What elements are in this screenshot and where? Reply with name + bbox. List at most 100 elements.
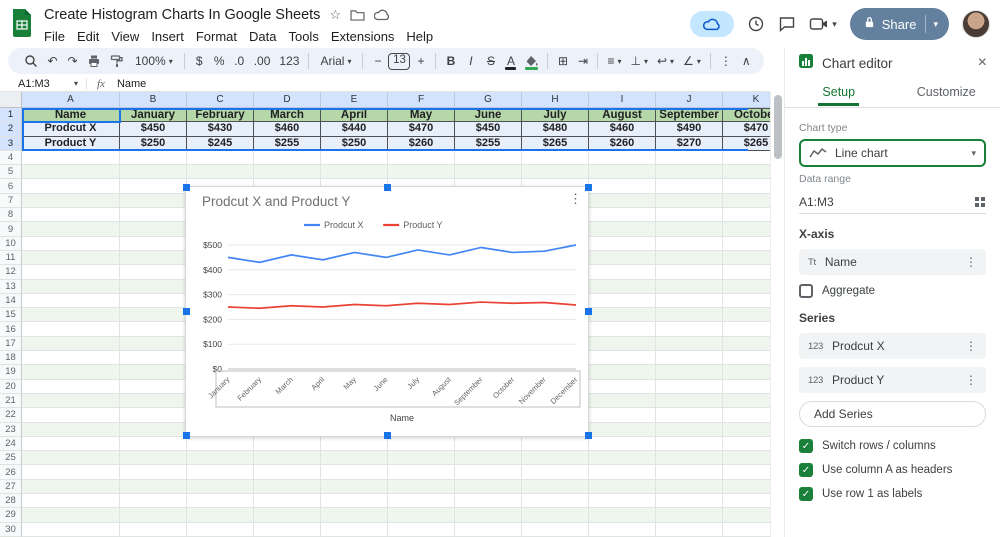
cell-H28[interactable] (522, 494, 589, 508)
menu-file[interactable]: File (38, 28, 71, 45)
cell-K21[interactable] (723, 394, 770, 408)
toolbar-format-currency[interactable]: $ (190, 50, 209, 72)
cell-F3[interactable]: $260 (388, 137, 455, 151)
cell-B30[interactable] (120, 523, 187, 537)
cell-D29[interactable] (254, 508, 321, 522)
cell-A23[interactable] (22, 423, 120, 437)
cell-F5[interactable] (388, 165, 455, 179)
toolbar-decrease-decimals[interactable]: .0 (230, 50, 249, 72)
grid-select-icon[interactable] (974, 196, 986, 208)
cell-J7[interactable] (656, 194, 723, 208)
cell-J14[interactable] (656, 294, 723, 308)
cell-B19[interactable] (120, 365, 187, 379)
row-header-2[interactable]: 2 (0, 122, 22, 136)
cell-B10[interactable] (120, 237, 187, 251)
x-axis-field[interactable]: Tt Name ⋮ (799, 249, 986, 275)
checkbox-checked-icon[interactable]: ✓ (799, 439, 813, 453)
cell-A15[interactable] (22, 308, 120, 322)
toolbar-search[interactable] (20, 50, 42, 72)
cell-A30[interactable] (22, 523, 120, 537)
row-header-20[interactable]: 20 (0, 380, 22, 394)
checkbox-checked-icon[interactable]: ✓ (799, 463, 813, 477)
cell-G4[interactable] (455, 151, 522, 165)
row-header-11[interactable]: 11 (0, 251, 22, 265)
cell-K27[interactable] (723, 480, 770, 494)
column-header-I[interactable]: I (589, 92, 656, 108)
cell-I16[interactable] (589, 322, 656, 336)
toolbar-merge-cells[interactable]: ⇥ (573, 50, 592, 72)
cell-D2[interactable]: $460 (254, 122, 321, 136)
cell-K3[interactable]: $265 (723, 137, 770, 151)
cell-G25[interactable] (455, 451, 522, 465)
cell-I20[interactable] (589, 380, 656, 394)
cell-A17[interactable] (22, 337, 120, 351)
cell-K22[interactable] (723, 408, 770, 422)
toolbar-vertical-align[interactable]: ⊥▾ (627, 50, 652, 72)
data-range-field[interactable]: A1:M3 (799, 190, 986, 214)
cell-I26[interactable] (589, 465, 656, 479)
cell-B6[interactable] (120, 179, 187, 193)
chart-resize-handle[interactable] (384, 432, 391, 439)
row-header-25[interactable]: 25 (0, 451, 22, 465)
menu-help[interactable]: Help (400, 28, 439, 45)
row-header-1[interactable]: 1 (0, 108, 22, 122)
cell-C30[interactable] (187, 523, 254, 537)
cell-J23[interactable] (656, 423, 723, 437)
cell-A29[interactable] (22, 508, 120, 522)
cell-A21[interactable] (22, 394, 120, 408)
cell-C27[interactable] (187, 480, 254, 494)
cell-A28[interactable] (22, 494, 120, 508)
row-header-4[interactable]: 4 (0, 151, 22, 165)
row-header-16[interactable]: 16 (0, 322, 22, 336)
row-header-9[interactable]: 9 (0, 222, 22, 236)
cell-B7[interactable] (120, 194, 187, 208)
cell-K9[interactable] (723, 222, 770, 236)
cell-K12[interactable] (723, 265, 770, 279)
cell-F29[interactable] (388, 508, 455, 522)
toolbar-text-color[interactable]: A (501, 50, 520, 72)
cell-J18[interactable] (656, 351, 723, 365)
toolbar-undo[interactable]: ↶ (43, 50, 62, 72)
cell-A6[interactable] (22, 179, 120, 193)
cell-A24[interactable] (22, 437, 120, 451)
toolbar-horizontal-align[interactable]: ≡▾ (603, 50, 625, 72)
cell-K30[interactable] (723, 523, 770, 537)
chart-menu-icon[interactable]: ⋮ (569, 191, 582, 207)
cell-I27[interactable] (589, 480, 656, 494)
formula-input[interactable]: Name (117, 78, 146, 90)
cell-C28[interactable] (187, 494, 254, 508)
row-header-8[interactable]: 8 (0, 208, 22, 222)
chart-resize-handle[interactable] (183, 308, 190, 315)
cell-A11[interactable] (22, 251, 120, 265)
document-title[interactable]: Create Histogram Charts In Google Sheets (44, 7, 320, 23)
cell-K26[interactable] (723, 465, 770, 479)
meet-icon[interactable]: ▾ (809, 16, 837, 32)
cell-J24[interactable] (656, 437, 723, 451)
toolbar-font-size[interactable]: 13 (388, 53, 410, 70)
series-menu-icon[interactable]: ⋮ (965, 373, 977, 387)
cell-A8[interactable] (22, 208, 120, 222)
cell-I9[interactable] (589, 222, 656, 236)
x-axis-menu-icon[interactable]: ⋮ (965, 255, 977, 269)
cell-B29[interactable] (120, 508, 187, 522)
cell-B9[interactable] (120, 222, 187, 236)
cell-J26[interactable] (656, 465, 723, 479)
toolbar-font-size-increase[interactable]: + (411, 50, 430, 72)
cell-I14[interactable] (589, 294, 656, 308)
cell-A19[interactable] (22, 365, 120, 379)
row-header-24[interactable]: 24 (0, 437, 22, 451)
cell-I13[interactable] (589, 280, 656, 294)
cell-A10[interactable] (22, 237, 120, 251)
row-header-26[interactable]: 26 (0, 465, 22, 479)
toolbar-text-wrap[interactable]: ↩▾ (653, 50, 678, 72)
toolbar-collapse-toolbar[interactable]: ∧ (737, 50, 756, 72)
cell-F2[interactable]: $470 (388, 122, 455, 136)
cell-D25[interactable] (254, 451, 321, 465)
row-header-18[interactable]: 18 (0, 351, 22, 365)
cell-B14[interactable] (120, 294, 187, 308)
sheets-logo-icon[interactable] (10, 8, 34, 43)
cell-H26[interactable] (522, 465, 589, 479)
cell-B28[interactable] (120, 494, 187, 508)
cell-J12[interactable] (656, 265, 723, 279)
cell-B2[interactable]: $450 (120, 122, 187, 136)
